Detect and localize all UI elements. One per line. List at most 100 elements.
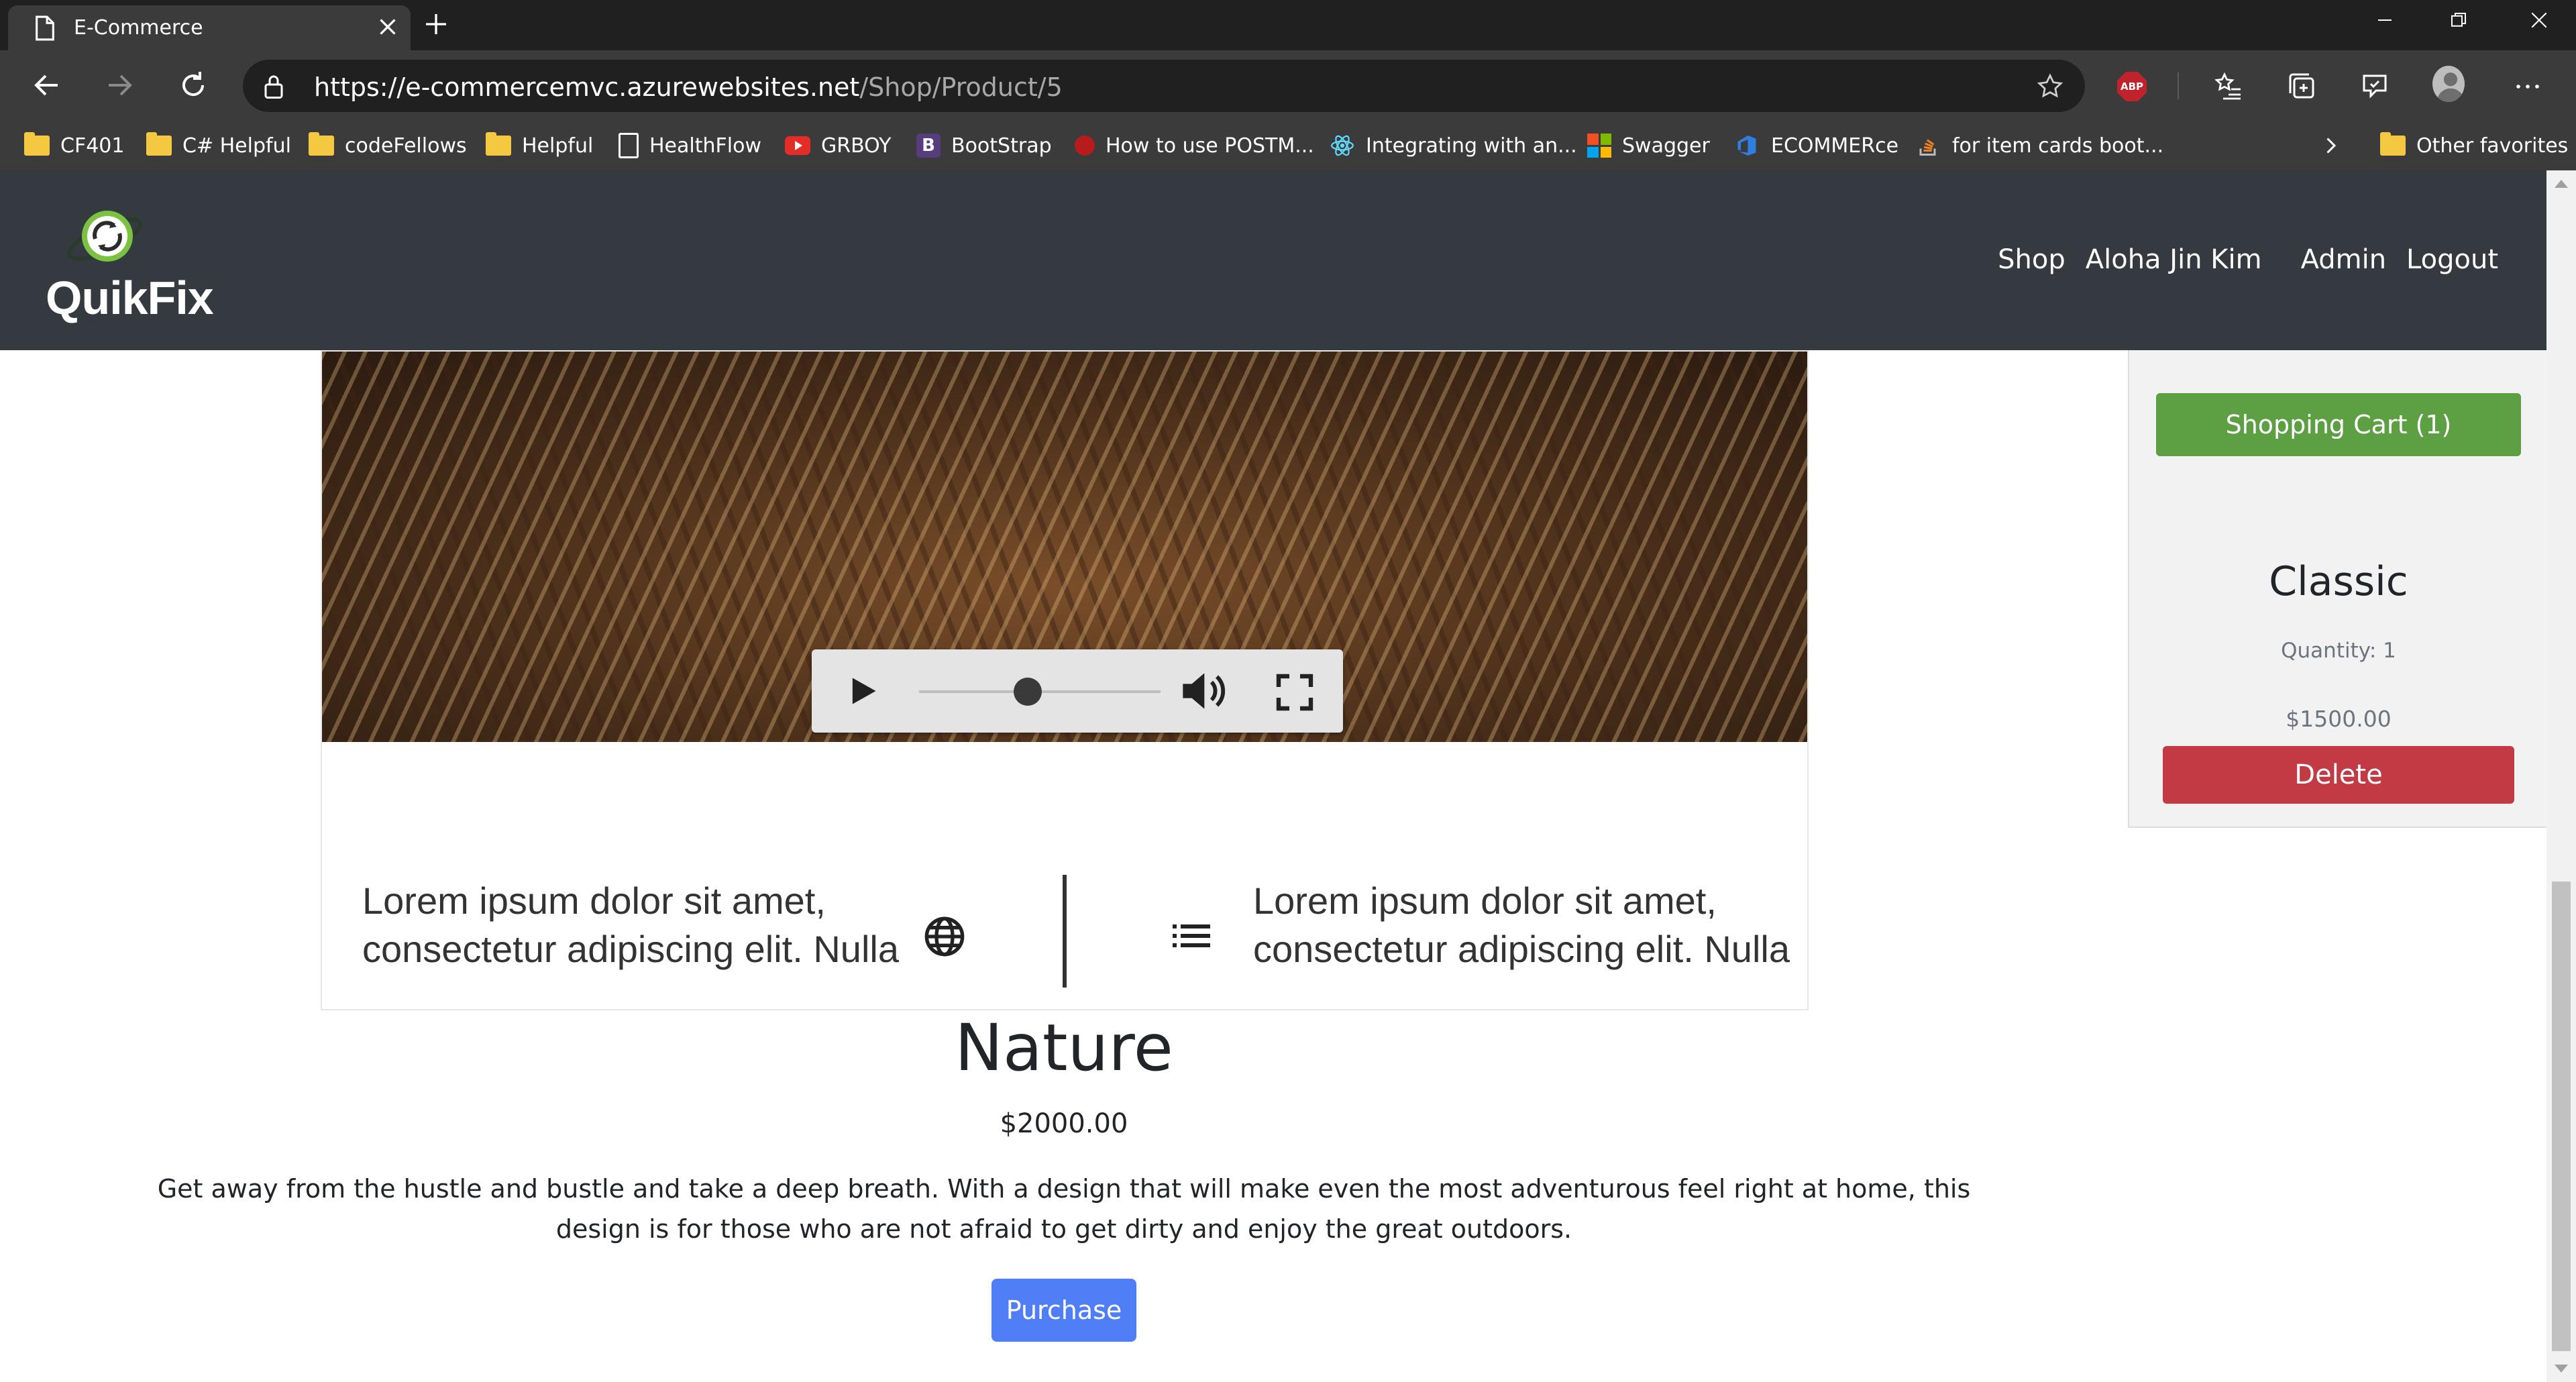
postman-icon xyxy=(1075,136,1095,156)
bookmark-label: for item cards boot... xyxy=(1952,134,2164,158)
close-tab-icon[interactable] xyxy=(376,15,400,39)
url-host: https://e-commercemvc.azurewebsites.net xyxy=(314,72,860,102)
ellipsis-icon xyxy=(2516,85,2539,89)
product-price: $2000.00 xyxy=(1000,1108,1128,1139)
page-icon xyxy=(619,133,639,158)
arrow-left-icon xyxy=(34,74,58,96)
bookmark-label: CF401 xyxy=(60,134,125,158)
bookmark-bootstrap[interactable]: B BootStrap xyxy=(916,121,1052,170)
address-bar[interactable]: https://e-commercemvc.azurewebsites.net/… xyxy=(243,60,2085,112)
refresh-button[interactable] xyxy=(173,65,213,105)
back-button[interactable] xyxy=(27,65,67,105)
folder-icon xyxy=(486,132,511,156)
scroll-down-arrow-icon[interactable] xyxy=(2555,1365,2568,1373)
nav-admin-link[interactable]: Admin xyxy=(2301,244,2386,275)
nav-links: Shop Aloha Jin Kim Admin Logout xyxy=(1978,244,2498,275)
nav-user-link[interactable]: Aloha Jin Kim xyxy=(2086,244,2262,275)
toolbar-divider xyxy=(2178,72,2179,99)
bookmark-label: codeFellows xyxy=(345,134,467,158)
close-icon xyxy=(2531,12,2547,28)
restore-button[interactable] xyxy=(2422,0,2496,40)
more-menu-button[interactable] xyxy=(2512,70,2544,103)
bookmark-swagger[interactable]: Swagger xyxy=(1587,121,1710,170)
bookmarks-bar: CF401 C# Helpful codeFellows Helpful Hea… xyxy=(0,121,2576,170)
adblock-icon: ABP xyxy=(2117,72,2147,101)
volume-icon[interactable] xyxy=(1179,670,1233,712)
new-tab-icon[interactable] xyxy=(423,11,449,38)
minimize-button[interactable] xyxy=(2348,0,2422,40)
bookmark-grboy[interactable]: GRBOY xyxy=(785,121,891,170)
star-icon[interactable] xyxy=(2035,72,2065,101)
bookmark-integrating[interactable]: Integrating with an... xyxy=(1330,121,1577,170)
caption-line: consectetur adipiscing elit. Nulla xyxy=(362,928,899,970)
purchase-button[interactable]: Purchase xyxy=(991,1279,1136,1342)
folder-icon xyxy=(2380,132,2406,156)
scroll-up-arrow-icon[interactable] xyxy=(2555,180,2568,188)
restore-icon xyxy=(2451,13,2466,27)
close-window-button[interactable] xyxy=(2502,0,2576,40)
minimize-icon xyxy=(2378,19,2392,21)
browser-toolbar: https://e-commercemvc.azurewebsites.net/… xyxy=(0,50,2576,121)
bookmark-csharp-helpful[interactable]: C# Helpful xyxy=(146,121,291,170)
bookmarks-overflow-button[interactable] xyxy=(2318,121,2343,170)
bookmark-postman[interactable]: How to use POSTM... xyxy=(1075,121,1314,170)
image-caption-left: Lorem ipsum dolor sit amet, consectetur … xyxy=(362,877,899,973)
adblock-extension[interactable]: ABP xyxy=(2116,70,2148,103)
page-icon xyxy=(36,15,54,41)
bookmark-ecommerce[interactable]: ECOMMERce xyxy=(1733,121,1898,170)
product-description: Get away from the hustle and bustle and … xyxy=(157,1174,1971,1244)
scroll-thumb[interactable] xyxy=(2552,882,2571,1351)
collections-button[interactable] xyxy=(2286,70,2318,103)
page-scrollbar[interactable] xyxy=(2546,170,2576,1382)
other-favorites-label: Other favorites xyxy=(2416,134,2569,158)
caption-line: consectetur adipiscing elit. Nulla xyxy=(1253,928,1790,970)
nav-shop-link[interactable]: Shop xyxy=(1998,244,2065,275)
quikfix-logo-icon[interactable] xyxy=(63,204,150,271)
folder-icon xyxy=(309,132,334,156)
react-icon xyxy=(1331,135,1354,156)
bookmark-codefellows[interactable]: codeFellows xyxy=(309,121,467,170)
delete-button[interactable]: Delete xyxy=(2163,746,2514,804)
caption-line: Lorem ipsum dolor sit amet, xyxy=(1253,880,1717,922)
site-navbar: QuikFix Shop Aloha Jin Kim Admin Logout xyxy=(0,170,2546,350)
video-player-controls xyxy=(812,649,1343,733)
forward-button[interactable] xyxy=(99,65,140,105)
caption-line: Lorem ipsum dolor sit amet, xyxy=(362,880,826,922)
cart-sidebar: Shopping Cart (1) Classic Quantity: 1 $1… xyxy=(2128,350,2546,828)
browser-tab[interactable]: E-Commerce xyxy=(8,5,411,50)
play-icon[interactable] xyxy=(845,672,880,710)
cart-item-quantity: Quantity: 1 xyxy=(2281,639,2396,663)
refresh-icon xyxy=(182,72,205,97)
bookmark-cf401[interactable]: CF401 xyxy=(24,121,124,170)
bookmark-healthflow[interactable]: HealthFlow xyxy=(619,121,761,170)
product-image: Lorem ipsum dolor sit amet, consectetur … xyxy=(321,350,1809,1010)
other-favorites[interactable]: Other favorites xyxy=(2380,121,2568,170)
bookmark-label: How to use POSTM... xyxy=(1106,134,1314,158)
logo-text[interactable]: QuikFix xyxy=(46,271,214,325)
tab-title: E-Commerce xyxy=(74,16,203,40)
favorites-button[interactable] xyxy=(2212,70,2245,103)
bookmark-label: Integrating with an... xyxy=(1366,134,1577,158)
arrow-right-icon xyxy=(109,74,132,96)
stackoverflow-icon xyxy=(1919,139,1936,156)
progress-knob[interactable] xyxy=(1014,678,1042,706)
feedback-icon xyxy=(2363,74,2387,99)
bookmark-helpful[interactable]: Helpful xyxy=(486,121,593,170)
page-viewport: QuikFix Shop Aloha Jin Kim Admin Logout … xyxy=(0,170,2576,1382)
collections-icon xyxy=(2289,73,2314,99)
url-path: /Shop/Product/5 xyxy=(859,72,1063,102)
nav-logout-link[interactable]: Logout xyxy=(2406,244,2498,275)
profile-button[interactable] xyxy=(2432,66,2465,102)
list-icon xyxy=(1173,924,1210,947)
shopping-cart-button[interactable]: Shopping Cart (1) xyxy=(2156,393,2521,456)
microsoft-icon xyxy=(1587,134,1611,158)
folder-icon xyxy=(24,132,50,156)
cart-item-name: Classic xyxy=(2269,558,2408,605)
bookmark-label: GRBOY xyxy=(821,134,892,158)
avatar xyxy=(2432,66,2465,102)
feedback-button[interactable] xyxy=(2359,70,2391,103)
bookmark-item-cards[interactable]: for item cards boot... xyxy=(1916,121,2163,170)
image-caption-right: Lorem ipsum dolor sit amet, consectetur … xyxy=(1253,877,1790,973)
fullscreen-icon[interactable] xyxy=(1273,671,1316,714)
lock-icon xyxy=(264,75,283,99)
